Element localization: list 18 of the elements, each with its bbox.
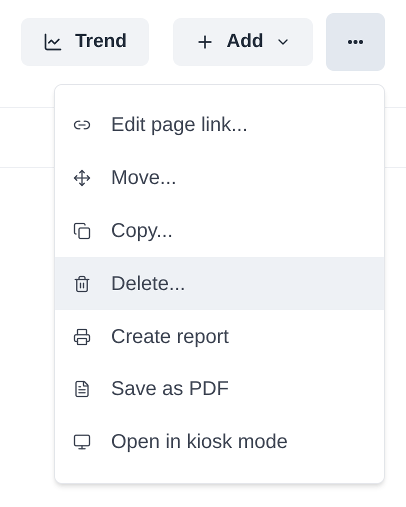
line-chart-icon	[43, 32, 64, 52]
menu-item[interactable]: Move...	[55, 152, 384, 205]
printer-icon	[73, 328, 91, 346]
menu-item[interactable]: Edit page link...	[55, 99, 384, 152]
menu-item[interactable]: Save as PDF	[55, 362, 384, 416]
menu-item[interactable]: Delete...	[55, 257, 384, 310]
move-arrows-icon	[73, 169, 91, 188]
menu-item[interactable]: Open in kiosk mode	[55, 416, 384, 469]
copy-icon	[73, 222, 91, 240]
trash-icon	[73, 274, 91, 293]
more-icon	[348, 40, 363, 44]
monitor-icon	[73, 433, 91, 452]
trend-button[interactable]: Trend	[21, 18, 149, 66]
document-icon	[73, 380, 91, 398]
menu-item[interactable]: Copy...	[55, 204, 384, 258]
more-button[interactable]	[326, 13, 385, 71]
add-button[interactable]: Add	[173, 18, 313, 66]
menu-item[interactable]: Create report	[55, 310, 384, 363]
